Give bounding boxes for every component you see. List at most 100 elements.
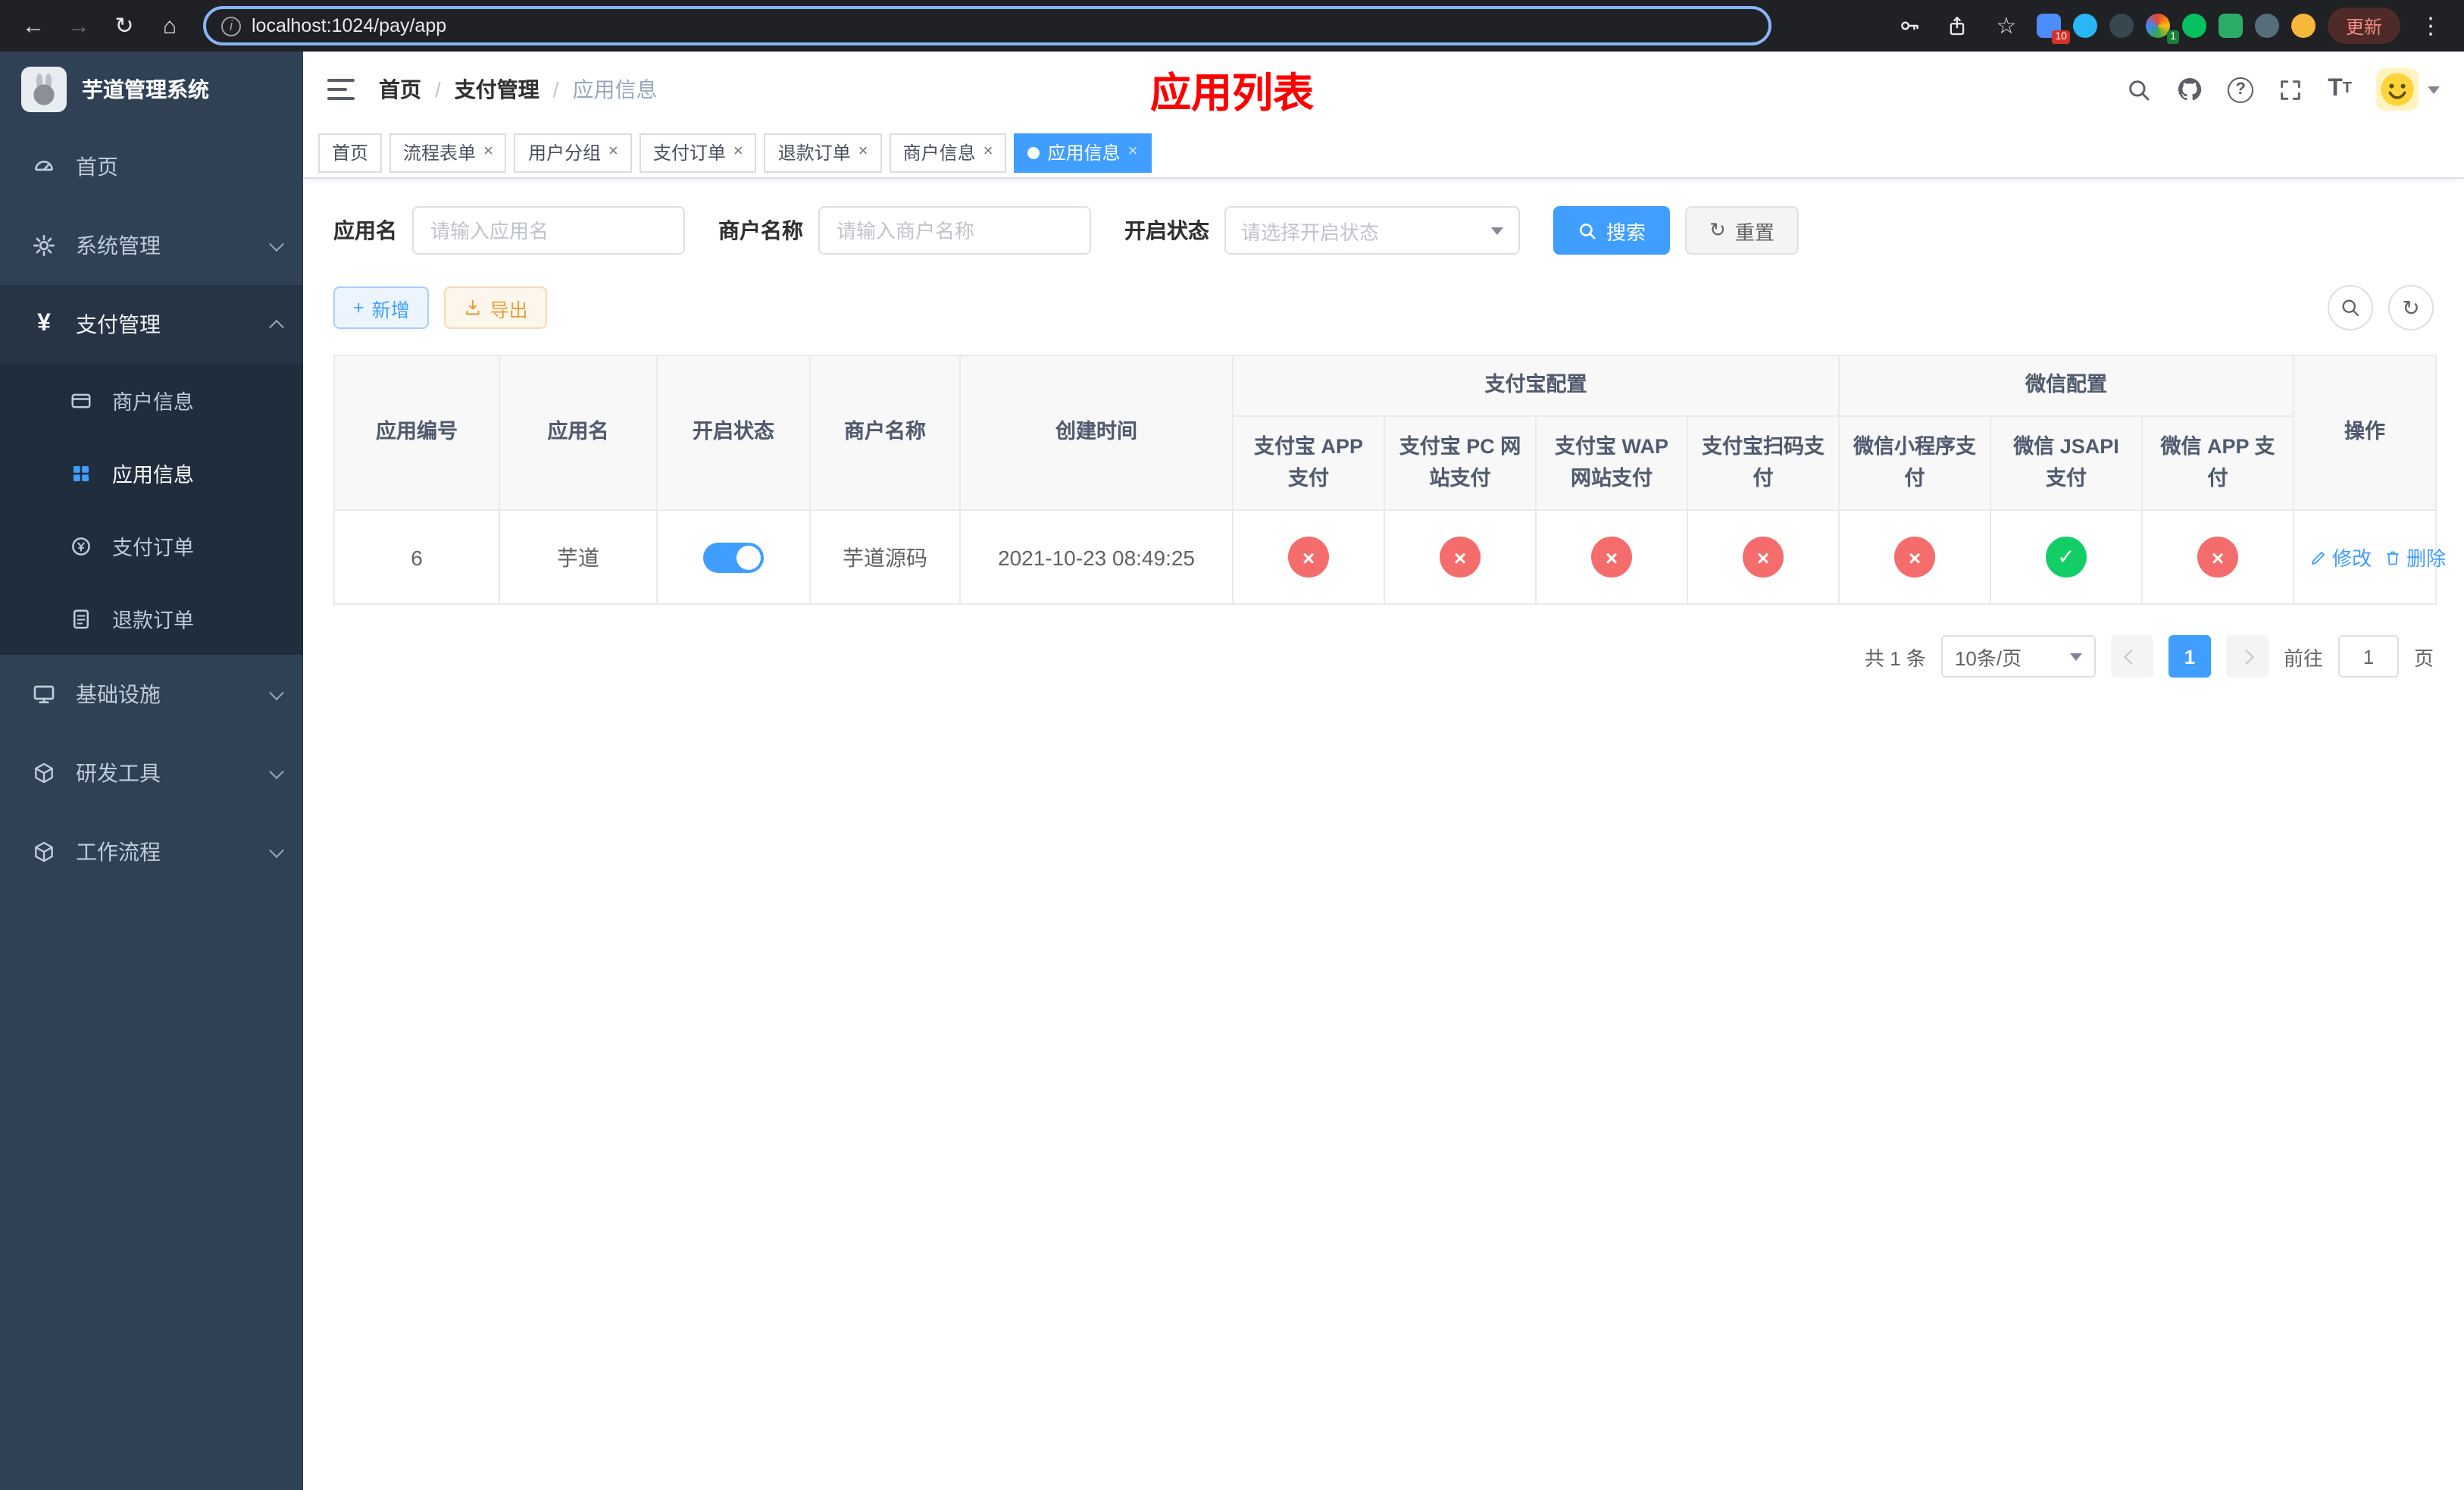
sidebar-item-app-info[interactable]: 应用信息 [0, 437, 303, 509]
tab-process-form[interactable]: 流程表单 × [389, 133, 507, 172]
profile-avatar[interactable] [2290, 14, 2315, 38]
extension-icon-6[interactable] [2218, 14, 2243, 38]
close-icon[interactable]: × [608, 143, 618, 161]
caret-down-icon [2428, 86, 2440, 93]
col-status: 开启状态 [656, 355, 811, 511]
app-logo[interactable]: 芋道管理系统 [0, 52, 303, 127]
page-title: 应用列表 [1150, 70, 1314, 116]
help-icon[interactable]: ? [2228, 77, 2254, 102]
forward-icon[interactable]: → [61, 8, 97, 44]
page-number-button[interactable]: 1 [2168, 635, 2211, 678]
extension-icon-2[interactable] [2072, 14, 2097, 38]
table-row: 6 芋道 芋道源码 2021-10-23 08:49:25 × × × × × … [333, 509, 2446, 605]
document-icon [67, 607, 94, 630]
sidebar-item-workflow[interactable]: 工作流程 [0, 812, 303, 891]
edit-button[interactable]: 修改 [2309, 543, 2372, 571]
extension-icon-3[interactable] [2109, 14, 2134, 38]
goto-label: 前往 [2283, 646, 2323, 669]
reload-icon[interactable]: ↻ [106, 8, 142, 44]
browser-toolbar: ← → ↻ ⌂ localhost:1024/pay/app ☆ 10 1 更新… [0, 0, 2464, 52]
sidebar-item-refund-order[interactable]: 退款订单 [0, 582, 303, 655]
add-button[interactable]: + 新增 [333, 286, 430, 329]
refresh-icon: ↻ [1709, 218, 1726, 241]
extension-icon-4[interactable]: 1 [2145, 14, 2179, 44]
site-info-icon[interactable] [221, 16, 241, 36]
key-icon[interactable] [1891, 8, 1928, 44]
app-name-input[interactable] [412, 206, 685, 255]
delete-button[interactable]: 删除 [2384, 543, 2446, 571]
tab-app-info[interactable]: 应用信息 × [1014, 133, 1152, 172]
bookmark-star-icon[interactable]: ☆ [1988, 8, 2025, 44]
sidebar-item-dev-tools[interactable]: 研发工具 [0, 734, 303, 812]
close-icon[interactable]: × [858, 143, 868, 161]
next-page-button[interactable] [2225, 635, 2269, 678]
sidebar-toggle-icon[interactable] [327, 79, 355, 100]
tab-pay-order[interactable]: 支付订单 × [639, 133, 757, 172]
fullscreen-icon[interactable] [2278, 77, 2303, 102]
prev-page-button[interactable] [2110, 635, 2153, 678]
status-toggle[interactable] [703, 542, 764, 572]
share-icon[interactable] [1940, 8, 1976, 44]
toggle-search-button[interactable] [2328, 285, 2373, 330]
extension-icon-7[interactable] [2254, 14, 2279, 38]
goto-page-input[interactable] [2337, 635, 2399, 678]
app-title: 芋道管理系统 [82, 77, 209, 102]
back-icon[interactable]: ← [15, 8, 52, 44]
refresh-table-button[interactable]: ↻ [2388, 285, 2434, 330]
merchant-name-input[interactable] [818, 206, 1091, 255]
status-select[interactable]: 请选择开启状态 [1224, 206, 1520, 255]
reset-button[interactable]: ↻ 重置 [1685, 206, 1799, 255]
close-icon[interactable]: × [983, 143, 993, 161]
sidebar-item-label: 基础设施 [76, 682, 161, 706]
credit-card-icon [67, 389, 94, 412]
tab-refund-order[interactable]: 退款订单 × [764, 133, 882, 172]
address-bar[interactable]: localhost:1024/pay/app [203, 6, 1771, 45]
page-size-select[interactable]: 10条/页 [1940, 635, 2096, 678]
logo-avatar-image [21, 67, 67, 112]
tab-merchant-info[interactable]: 商户信息 × [889, 133, 1007, 172]
table-toolbar: + 新增 导出 ↻ [333, 285, 2434, 330]
cell-app-id: 6 [333, 509, 500, 605]
sidebar-item-payment[interactable]: ¥ 支付管理 [0, 285, 303, 364]
alipay-scan-status-icon [1743, 537, 1784, 578]
close-icon[interactable]: × [733, 143, 743, 161]
sidebar-item-home[interactable]: 首页 [0, 127, 303, 206]
app-name-label: 应用名 [333, 218, 397, 243]
col-group-alipay: 支付宝配置 [1232, 355, 1840, 417]
user-menu[interactable] [2376, 68, 2440, 111]
url-text[interactable]: localhost:1024/pay/app [252, 15, 446, 36]
caret-down-icon [1491, 227, 1503, 234]
font-size-icon[interactable]: TT [2328, 77, 2352, 102]
search-button[interactable]: 搜索 [1553, 206, 1671, 255]
extension-icon-1[interactable]: 10 [2036, 14, 2070, 44]
col-merchant: 商户名称 [809, 355, 961, 511]
navbar-actions: ? TT [2126, 68, 2440, 111]
col-wechat-jsapi: 微信 JSAPI 支付 [1990, 415, 2143, 511]
status-label: 开启状态 [1124, 218, 1209, 243]
breadcrumb-payment[interactable]: 支付管理 [455, 74, 573, 105]
sidebar-item-label: 支付订单 [112, 537, 194, 559]
menu-dots-icon[interactable]: ⋮ [2412, 8, 2449, 44]
tab-home[interactable]: 首页 [318, 133, 383, 172]
close-icon[interactable]: × [1128, 143, 1138, 161]
sidebar-item-merchant-info[interactable]: 商户信息 [0, 364, 303, 437]
extension-icon-5[interactable] [2181, 14, 2206, 38]
sidebar-item-pay-order[interactable]: 支付订单 [0, 509, 303, 582]
chevron-down-icon [269, 236, 284, 252]
breadcrumb-home[interactable]: 首页 [379, 74, 455, 105]
application-window: ← → ↻ ⌂ localhost:1024/pay/app ☆ 10 1 更新… [0, 0, 2464, 1490]
cell-actions: 修改 删除 [2293, 509, 2446, 605]
extension-badge: 1 [2167, 30, 2179, 44]
export-button[interactable]: 导出 [444, 286, 548, 329]
github-icon[interactable] [2176, 76, 2203, 103]
search-icon[interactable] [2126, 77, 2152, 102]
tab-user-group[interactable]: 用户分组 × [514, 133, 632, 172]
wechat-app-status-icon [2197, 537, 2238, 578]
close-icon[interactable]: × [483, 143, 493, 161]
browser-update-button[interactable]: 更新 [2327, 8, 2400, 44]
app-table: 应用编号 应用名 开启状态 商户名称 创建时间 支付宝配置 微信配置 操作 支付… [333, 355, 2446, 605]
sidebar-item-system[interactable]: 系统管理 [0, 206, 303, 285]
home-icon[interactable]: ⌂ [152, 8, 188, 44]
sidebar-item-infrastructure[interactable]: 基础设施 [0, 655, 303, 734]
total-count-label: 共 1 条 [1865, 646, 1926, 669]
